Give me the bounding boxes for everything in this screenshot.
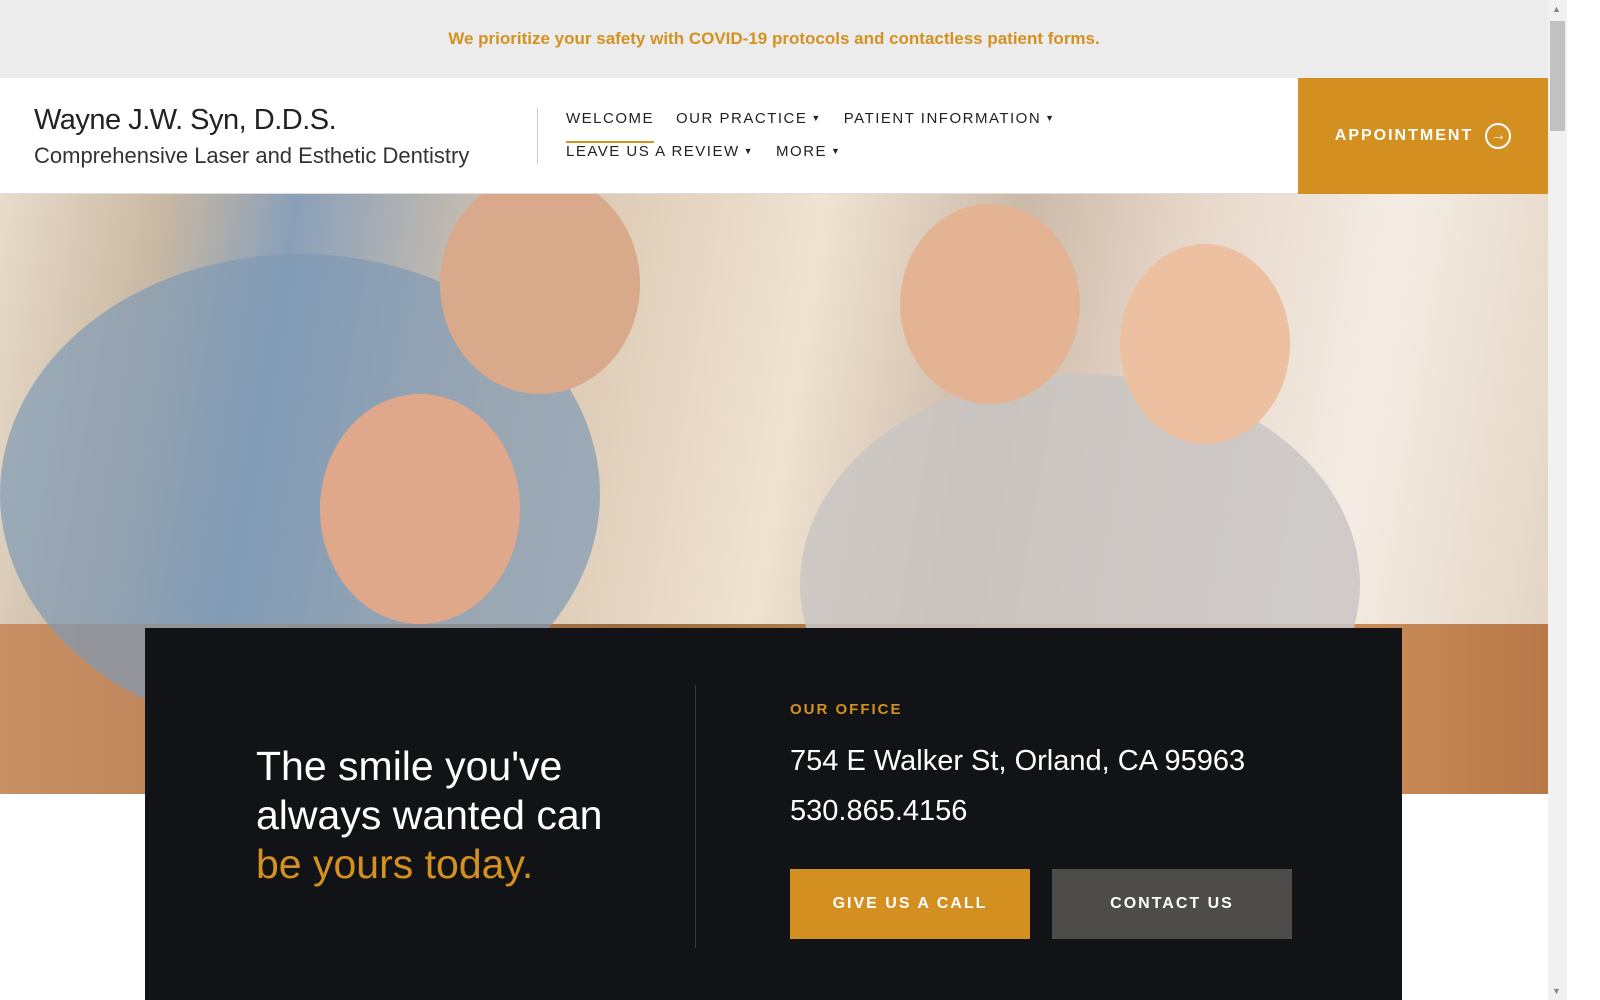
nav-more[interactable]: MORE ▼ [776, 143, 841, 176]
nav-label: MORE [776, 143, 828, 160]
info-card: The smile you've always wanted can be yo… [145, 628, 1402, 1000]
give-us-a-call-button[interactable]: GIVE US A CALL [790, 869, 1030, 939]
scroll-down-icon[interactable]: ▼ [1552, 986, 1561, 996]
nav-welcome[interactable]: WELCOME [566, 110, 655, 143]
covid-banner: We prioritize your safety with COVID-19 … [0, 0, 1548, 78]
banner-text: We prioritize your safety with COVID-19 … [448, 29, 1100, 48]
office-phone[interactable]: 530.865.4156 [790, 795, 1245, 828]
office-address[interactable]: 754 E Walker St, Orland, CA 95963 [790, 745, 1245, 778]
practice-tagline: Comprehensive Laser and Esthetic Dentist… [34, 143, 470, 168]
caret-down-icon: ▼ [831, 146, 842, 156]
nav-patient-information[interactable]: PATIENT INFORMATION ▼ [844, 110, 1056, 143]
tagline-line: always wanted can [256, 792, 603, 838]
nav-label: LEAVE US A REVIEW [566, 143, 740, 160]
tagline-highlight: be yours today. [256, 841, 534, 887]
office-info: OUR OFFICE 754 E Walker St, Orland, CA 9… [790, 701, 1245, 828]
contact-us-button[interactable]: CONTACT US [1052, 869, 1292, 939]
nav-label: PATIENT INFORMATION [843, 110, 1042, 127]
scroll-up-icon[interactable]: ▲ [1552, 4, 1561, 14]
hero-tagline: The smile you've always wanted can be yo… [256, 742, 602, 889]
main-nav: WELCOME OUR PRACTICE ▼ PATIENT INFORMATIO… [566, 110, 1056, 176]
caret-down-icon: ▼ [743, 146, 755, 156]
nav-label: OUR PRACTICE [676, 110, 808, 127]
hero-figure-girl [320, 394, 520, 624]
nav-label: WELCOME [566, 110, 655, 127]
brand-logo[interactable]: Wayne J.W. Syn, D.D.S. Comprehensive Las… [34, 104, 469, 169]
scrollbar[interactable]: ▲ ▼ [1548, 0, 1567, 1000]
header-divider [537, 108, 538, 164]
nav-leave-review[interactable]: LEAVE US A REVIEW ▼ [566, 143, 754, 176]
office-label: OUR OFFICE [790, 701, 903, 718]
card-divider [695, 685, 696, 948]
caret-down-icon: ▼ [811, 113, 822, 123]
hero-figure-mother-face [900, 204, 1080, 404]
appointment-button[interactable]: APPOINTMENT → [1298, 78, 1548, 194]
caret-down-icon: ▼ [1045, 113, 1056, 123]
scrollbar-thumb[interactable] [1550, 21, 1565, 131]
tagline-line: The smile you've [256, 743, 563, 789]
hero-figure-girl2 [1120, 244, 1290, 444]
practice-name: Wayne J.W. Syn, D.D.S. [34, 104, 337, 136]
arrow-right-circle-icon: → [1485, 123, 1512, 149]
nav-our-practice[interactable]: OUR PRACTICE ▼ [676, 110, 822, 143]
appointment-label: APPOINTMENT [1334, 127, 1474, 144]
